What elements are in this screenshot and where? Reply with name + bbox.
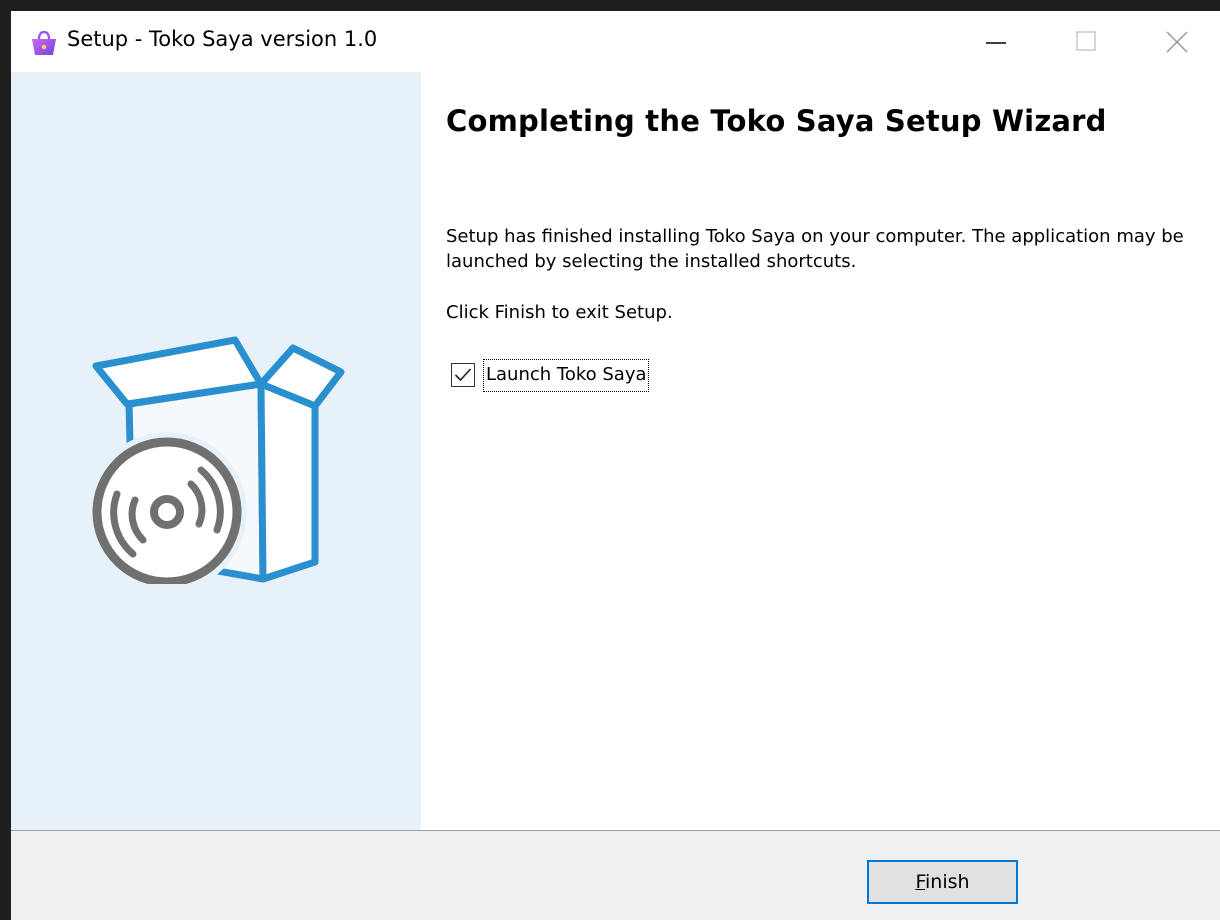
maximize-icon <box>1076 31 1096 51</box>
close-button[interactable] <box>1146 11 1206 72</box>
finish-button[interactable]: Finish <box>867 860 1018 904</box>
wizard-side-panel <box>11 72 421 831</box>
finished-message: Setup has finished installing Toko Saya … <box>446 226 1184 272</box>
exit-instruction: Click Finish to exit Setup. <box>446 302 673 323</box>
title-bar[interactable]: Setup - Toko Saya version 1.0 <box>11 11 1220 72</box>
finish-mnemonic: F <box>915 871 925 893</box>
wizard-footer: Finish <box>11 831 1220 920</box>
maximize-button[interactable] <box>1056 11 1116 72</box>
minimize-icon <box>986 42 1006 44</box>
launch-checkbox-label[interactable]: Launch Toko Saya <box>483 359 649 392</box>
launch-checkbox[interactable] <box>451 363 475 387</box>
window-title: Setup - Toko Saya version 1.0 <box>67 27 378 51</box>
software-box-cd-icon <box>87 324 349 592</box>
setup-window: Setup - Toko Saya version 1.0 Completing… <box>11 11 1220 920</box>
finish-label: inish <box>925 871 970 893</box>
wizard-content: Completing the Toko Saya Setup Wizard Se… <box>421 72 1220 831</box>
checkmark-icon <box>454 368 472 382</box>
shopping-bag-icon <box>29 28 59 58</box>
minimize-button[interactable] <box>966 11 1026 72</box>
page-title: Completing the Toko Saya Setup Wizard <box>446 104 1107 138</box>
close-icon <box>1166 31 1188 53</box>
